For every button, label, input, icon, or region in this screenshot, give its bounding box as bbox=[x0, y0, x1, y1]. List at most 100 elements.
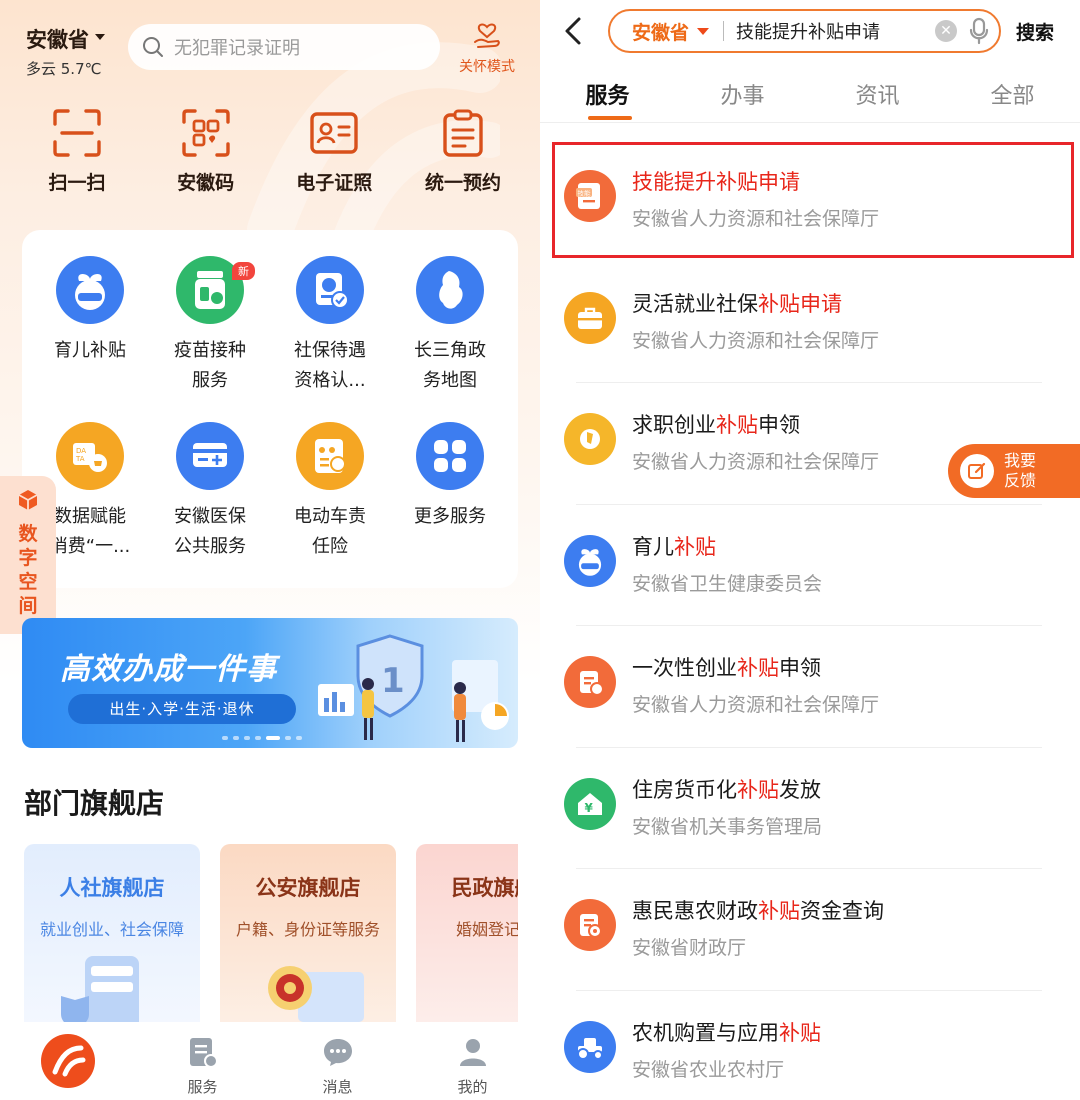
result-item[interactable]: 惠民惠农财政补贴资金查询 安徽省财政厅 bbox=[540, 869, 1080, 991]
tab-news[interactable]: 资讯 bbox=[833, 78, 923, 110]
service-item-ebike-insurance[interactable]: 电动车责 任险 bbox=[270, 422, 390, 578]
province-dropdown[interactable]: 安徽省 bbox=[632, 18, 710, 45]
quick-action-e-license[interactable]: 电子证照 bbox=[279, 108, 389, 195]
service-label: 安徽医保 bbox=[174, 506, 246, 527]
result-dept: 安徽省人力资源和社会保障厅 bbox=[632, 329, 880, 352]
result-title-suffix: 发放 bbox=[779, 777, 821, 802]
care-mode-button[interactable]: 关怀模式 bbox=[452, 22, 522, 76]
clear-icon[interactable]: ✕ bbox=[935, 20, 957, 42]
province-label: 安徽省 bbox=[632, 21, 690, 44]
service-item-medical-insurance[interactable]: 安徽医保 公共服务 bbox=[150, 422, 270, 578]
tab-messages[interactable]: 消息 bbox=[270, 1022, 405, 1100]
tab-profile[interactable]: 我的 bbox=[405, 1022, 540, 1100]
tab-home[interactable] bbox=[0, 1022, 135, 1100]
service-label: 更多服务 bbox=[414, 506, 486, 527]
result-title-highlight: 补贴 bbox=[779, 1020, 821, 1045]
store-desc: 就业创业、社会保障 bbox=[39, 920, 184, 939]
result-dept: 安徽省人力资源和社会保障厅 bbox=[632, 451, 880, 473]
service-item-social-security[interactable]: 社保待遇资格认... bbox=[270, 256, 390, 412]
store-name: 人社旗舰店 bbox=[59, 876, 165, 900]
service-label: 社保待遇 bbox=[294, 340, 366, 361]
briefcase-icon bbox=[564, 291, 616, 344]
tab-all[interactable]: 全部 bbox=[968, 78, 1058, 110]
store-card-hrss[interactable]: 人社旗舰店 就业创业、社会保障 bbox=[24, 844, 200, 1024]
highlight-box bbox=[552, 142, 1074, 258]
result-title-suffix: 资金查询 bbox=[800, 899, 884, 923]
result-title: 求职创业 bbox=[632, 413, 716, 437]
store-name: 民政旗舰店 bbox=[451, 876, 519, 900]
service-label-2: 服务 bbox=[192, 370, 228, 391]
data-icon: DA TA bbox=[56, 422, 124, 490]
service-label: 电动车责 bbox=[294, 506, 366, 527]
result-title: 住房货币化 bbox=[632, 777, 737, 802]
result-item[interactable]: 一次性创业补贴申领 安徽省人力资源和社会保障厅 bbox=[540, 626, 1080, 748]
result-dept: 安徽省机关事务管理局 bbox=[632, 815, 823, 838]
feedback-label-1: 我要 bbox=[1004, 451, 1037, 470]
result-title-highlight: 补贴申请 bbox=[758, 291, 842, 316]
result-item[interactable]: 技能 技能提升补贴申请 安徽省人力资源和社会保障厅 bbox=[540, 140, 1080, 262]
location-selector[interactable]: 安徽省 多云 5.7℃ bbox=[26, 24, 105, 79]
social-security-icon bbox=[296, 256, 364, 324]
quick-action-scan[interactable]: 扫一扫 bbox=[22, 108, 132, 195]
message-icon bbox=[323, 1039, 352, 1066]
search-results-panel: 安徽省 技能提升补贴申请 ✕ 搜索 服务 办事 资讯 全部 技能 技能提升补贴申… bbox=[540, 0, 1080, 1100]
result-item[interactable]: ¥ 住房货币化补贴发放 安徽省机关事务管理局 bbox=[540, 748, 1080, 869]
service-item-vaccination[interactable]: 疫苗接种 服务 bbox=[150, 256, 270, 412]
clipboard-icon bbox=[443, 109, 483, 157]
result-item[interactable]: 育儿补贴 安徽省卫生健康委员会 bbox=[540, 505, 1080, 626]
ebike-insurance-icon bbox=[296, 422, 364, 490]
result-dept: 安徽省财政厅 bbox=[632, 937, 747, 959]
quick-action-label: 电子证照 bbox=[296, 172, 373, 194]
search-button[interactable]: 搜索 bbox=[1016, 18, 1054, 45]
search-placeholder: 无犯罪记录证明 bbox=[174, 38, 300, 59]
service-label-2: 资格认... bbox=[294, 370, 366, 391]
search-input[interactable]: 无犯罪记录证明 bbox=[128, 24, 440, 70]
id-card-icon bbox=[310, 112, 359, 154]
result-dept: 安徽省人力资源和社会保障厅 bbox=[632, 694, 880, 716]
svg-text:DA: DA bbox=[76, 447, 86, 455]
tab-affairs[interactable]: 办事 bbox=[698, 78, 788, 110]
care-hand-icon bbox=[474, 23, 500, 48]
store-carousel: 人社旗舰店 就业创业、社会保障 公安旗舰店 户籍、身份证等服务 民政旗舰店 婚姻… bbox=[24, 844, 518, 1024]
caret-down-icon bbox=[95, 34, 105, 40]
microphone-icon[interactable] bbox=[969, 17, 989, 45]
promo-banner[interactable]: 高效办成一件事 出生·入学·生活·退休 1 bbox=[22, 618, 518, 748]
startup-doc-icon bbox=[564, 656, 616, 708]
search-bar[interactable]: 安徽省 技能提升补贴申请 ✕ bbox=[608, 9, 1001, 53]
result-title-highlight: 补贴 bbox=[716, 413, 758, 437]
finance-doc-icon bbox=[564, 899, 616, 951]
result-title: 农机购置与应用 bbox=[632, 1020, 779, 1045]
profile-icon bbox=[459, 1039, 486, 1066]
quick-action-anhui-code[interactable]: 安徽码 bbox=[151, 108, 261, 195]
tractor-icon bbox=[564, 1020, 616, 1073]
search-input[interactable]: 技能提升补贴申请 bbox=[736, 18, 935, 44]
result-item[interactable]: 农机购置与应用补贴 安徽省农业农村厅 bbox=[540, 991, 1080, 1100]
svg-text:¥: ¥ bbox=[585, 801, 594, 815]
tab-label: 服务 bbox=[187, 1078, 218, 1096]
back-arrow-icon[interactable] bbox=[562, 16, 584, 46]
service-item-childcare-subsidy[interactable]: 育儿补贴 bbox=[30, 256, 150, 412]
tab-services[interactable]: 服务 bbox=[135, 1022, 270, 1100]
service-item-yrd-map[interactable]: 长三角政 务地图 bbox=[390, 256, 510, 412]
service-item-more[interactable]: 更多服务 bbox=[390, 422, 510, 578]
result-tabs: 服务 办事 资讯 全部 bbox=[540, 78, 1080, 120]
quick-action-appointment[interactable]: 统一预约 bbox=[408, 108, 518, 195]
result-item[interactable]: 灵活就业社保补贴申请 安徽省人力资源和社会保障厅 bbox=[540, 262, 1080, 383]
baby-subsidy-icon bbox=[56, 256, 124, 324]
tab-label: 我的 bbox=[457, 1078, 488, 1096]
feedback-label-2: 反馈 bbox=[1004, 471, 1037, 490]
banner-title: 高效办成一件事 bbox=[60, 652, 277, 687]
quick-actions: 扫一扫 安徽码 电子证照 统一预约 bbox=[22, 108, 518, 195]
carousel-dots bbox=[222, 736, 302, 740]
svg-text:TA: TA bbox=[75, 455, 85, 463]
store-card-police[interactable]: 公安旗舰店 户籍、身份证等服务 bbox=[220, 844, 396, 1024]
weather-label: 多云 5.7℃ bbox=[26, 60, 102, 78]
service-label: 育儿补贴 bbox=[54, 340, 126, 361]
store-card-civil-affairs[interactable]: 民政旗舰店 婚姻登记预约 bbox=[416, 844, 518, 1024]
result-title: 灵活就业社保 bbox=[632, 291, 758, 316]
digital-space-tab[interactable]: 数字空间 bbox=[0, 476, 56, 634]
tab-services[interactable]: 服务 bbox=[563, 78, 653, 120]
feedback-button[interactable]: 我要 反馈 bbox=[948, 444, 1080, 498]
banner-illustration: 1 bbox=[318, 634, 509, 742]
service-label: 长三角政 bbox=[414, 340, 486, 361]
